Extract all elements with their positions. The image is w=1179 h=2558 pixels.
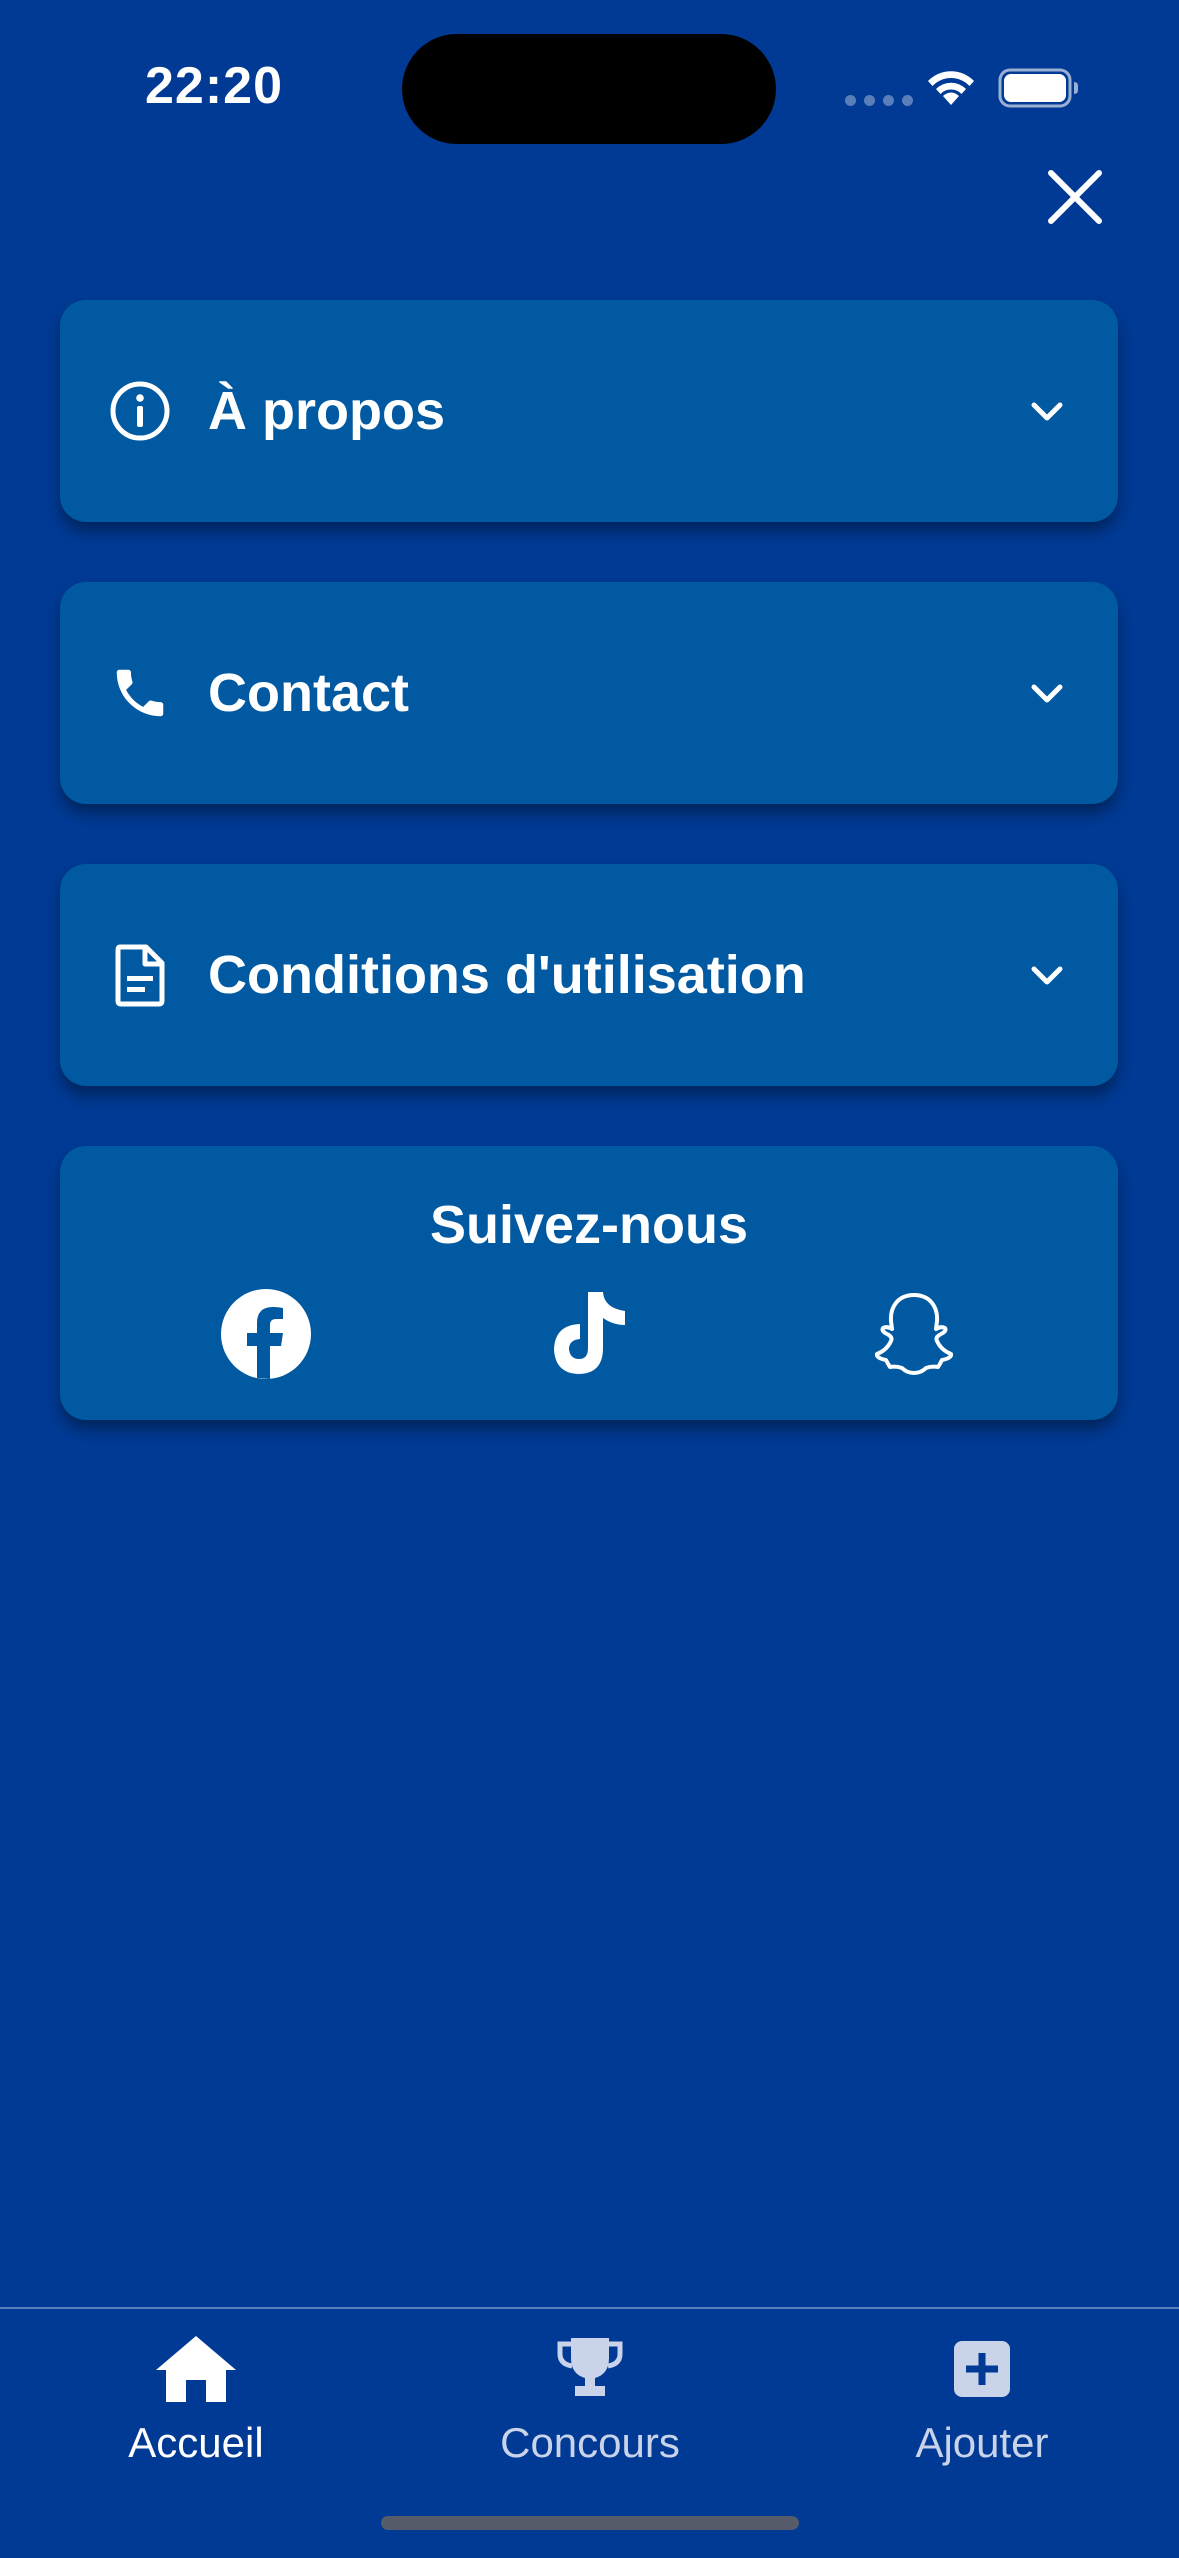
phone-icon	[108, 661, 172, 725]
chevron-down-icon	[1025, 953, 1069, 997]
accordion-contact[interactable]: Contact	[60, 582, 1118, 804]
document-icon	[108, 943, 172, 1007]
accordion-contact-label: Contact	[208, 663, 409, 723]
tab-concours-label: Concours	[500, 2419, 680, 2466]
tab-accueil[interactable]: Accueil	[46, 2329, 346, 2479]
tab-concours[interactable]: Concours	[440, 2329, 740, 2479]
facebook-icon[interactable]	[218, 1286, 314, 1382]
home-icon	[151, 2329, 241, 2409]
info-icon	[108, 379, 172, 443]
accordion-about[interactable]: À propos	[60, 300, 1118, 522]
tab-accueil-label: Accueil	[128, 2419, 264, 2466]
close-button[interactable]	[1040, 162, 1110, 232]
tiktok-icon[interactable]	[541, 1286, 637, 1382]
accordion-about-label: À propos	[208, 381, 445, 441]
tab-ajouter[interactable]: Ajouter	[832, 2329, 1132, 2479]
dynamic-island	[402, 34, 776, 144]
status-time: 22:20	[145, 57, 283, 115]
cellular-signal-icon	[845, 95, 913, 106]
status-bar: 22:20	[0, 0, 1179, 170]
add-icon	[937, 2329, 1027, 2409]
battery-icon	[998, 68, 1078, 108]
trophy-icon	[545, 2329, 635, 2409]
chevron-down-icon	[1025, 389, 1069, 433]
chevron-down-icon	[1025, 671, 1069, 715]
social-card: Suivez-nous	[60, 1146, 1118, 1420]
accordion-terms-label: Conditions d'utilisation	[208, 945, 806, 1005]
wifi-icon	[928, 71, 974, 105]
snapchat-icon[interactable]	[866, 1286, 962, 1382]
social-title: Suivez-nous	[429, 1195, 749, 1255]
close-icon	[1048, 170, 1102, 224]
accordion-terms[interactable]: Conditions d'utilisation	[60, 864, 1118, 1086]
tab-ajouter-label: Ajouter	[915, 2419, 1049, 2466]
home-indicator	[381, 2516, 799, 2530]
